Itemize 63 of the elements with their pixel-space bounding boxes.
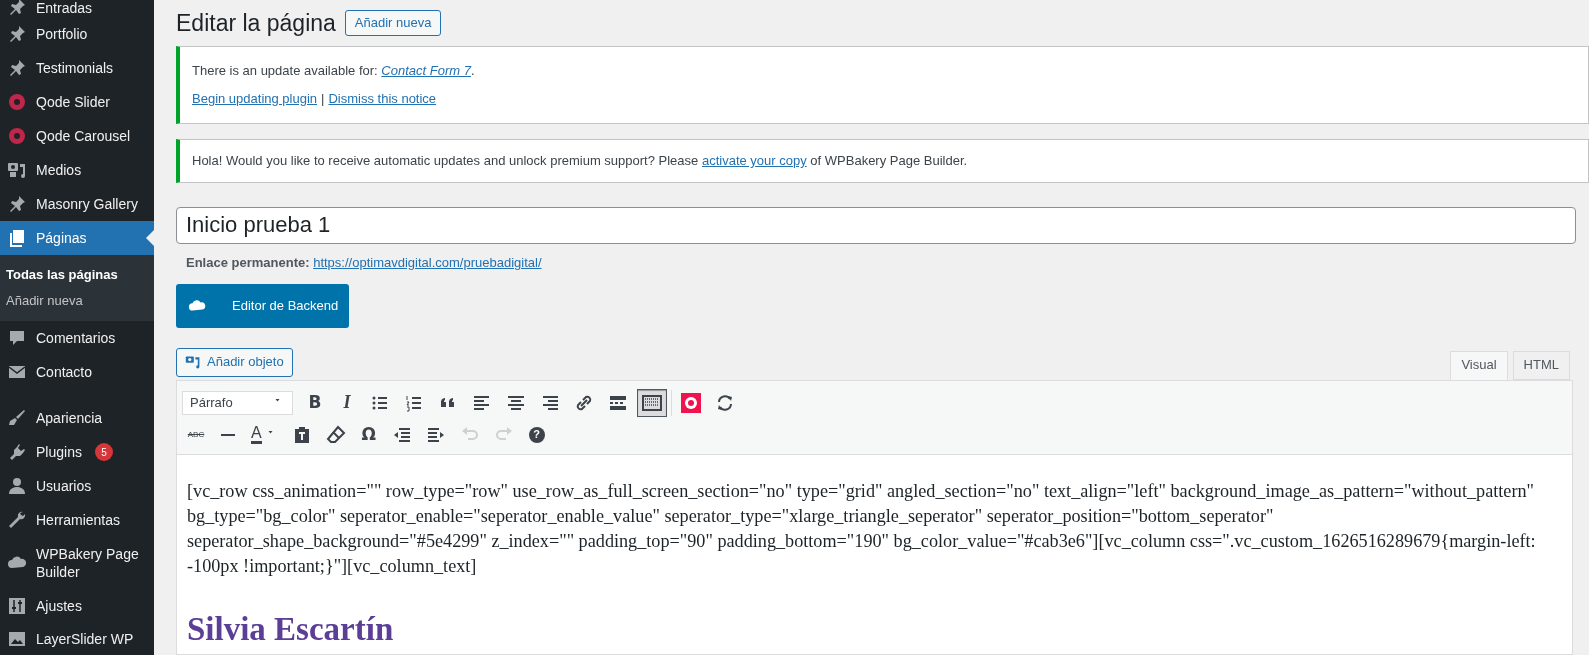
editor-tab[interactable]: Visual (1450, 350, 1508, 380)
wrench-icon (7, 510, 27, 530)
sidebar-item[interactable]: Medios (0, 153, 154, 187)
image-icon (7, 629, 27, 649)
sidebar-item[interactable]: Páginas (0, 221, 154, 255)
text-color-button[interactable]: A (246, 420, 283, 449)
notice-link[interactable]: activate your copy (701, 153, 807, 168)
sidebar-item[interactable]: Testimonials (0, 51, 154, 85)
notice-text: Hola! Would you like to receive automatic updates and unlock premium support? Please activate your copy of WPBakery Page Builder. (192, 152, 969, 170)
sidebar-item[interactable]: WPBakery Page Builder (0, 537, 154, 589)
add-new-button[interactable]: Añadir nueva (344, 10, 442, 36)
sidebar-item[interactable]: Apariencia (0, 389, 154, 435)
add-media-button[interactable]: Añadir objeto (176, 347, 293, 377)
ring-icon (681, 392, 701, 413)
ring-icon (7, 126, 27, 146)
italic-button[interactable]: I (333, 388, 361, 417)
keyboard-icon (642, 392, 662, 413)
sidebar-item[interactable]: Qode Slider (0, 85, 154, 119)
media-icon (7, 160, 27, 180)
bold-button[interactable]: B (301, 388, 329, 417)
shortcode-text: [vc_row css_animation="" row_type="row" use_row_as_full_screen_section="no" type="grid" angled_section="no" text_align="left" background_image_as_pattern="without_pattern" bg_type="bg_color" seperator_enable="seperator_enable_value" seperator_type="xlarge_triangle_seperator" seperator_position="bottom_seperator" seperator_shape_background="#5e4299" z_index="" padding_top="90" padding_bottom="190" bg_color_value="#cab3e6"][vc_column css=".vc_custom_1626516289679{margin-left: -100px !important;}"][vc_column_text] (187, 479, 1537, 578)
strikethrough-button[interactable]: ABC (182, 420, 210, 449)
submenu-item[interactable]: Añadir nueva (0, 288, 154, 314)
sliders-icon (7, 596, 27, 616)
sidebar-item[interactable]: Ajustes (0, 589, 154, 623)
separator-text: | (321, 90, 325, 108)
user-icon (7, 476, 27, 496)
eraser-icon (325, 424, 346, 445)
current-page-pointer (146, 230, 154, 246)
sidebar-item[interactable]: Qode Carousel (0, 119, 154, 153)
sidebar-item[interactable]: Contacto (0, 355, 154, 389)
refresh-icon (715, 392, 735, 413)
pages-icon (7, 228, 27, 248)
editor-tab[interactable]: HTML (1512, 350, 1570, 380)
horizontal-line-icon (221, 433, 235, 436)
notice-link[interactable]: Contact Form 7 (381, 63, 471, 78)
sidebar-item[interactable]: Herramientas (0, 503, 154, 537)
special-character-button[interactable]: Ω (354, 420, 383, 449)
permalink-label: Enlace permanente: (186, 253, 311, 272)
content-heading: Silvia Escartín (187, 609, 395, 649)
notification-badge: 5 (94, 443, 113, 461)
page-title: Editar la página (176, 8, 336, 38)
sidebar-item[interactable]: Entradas (0, 0, 154, 17)
backend-editor-button[interactable]: Editor de Backend (176, 284, 349, 328)
brush-icon (7, 408, 27, 428)
speech-bubble-icon (7, 328, 27, 348)
ring-icon (7, 92, 27, 112)
notice-link[interactable]: Begin updating plugin (192, 89, 318, 109)
keyboard-button[interactable] (637, 388, 667, 417)
media-icon (185, 354, 201, 370)
sidebar-item[interactable]: Portfolio (0, 17, 154, 51)
sidebar-item[interactable]: LayerSlider WP (0, 623, 154, 655)
permalink-link[interactable]: https://optimavdigital.com/pruebadigital/ (313, 252, 542, 273)
sidebar-item[interactable]: Usuarios (0, 469, 154, 503)
sidebar-item[interactable]: Comentarios (0, 321, 154, 355)
sidebar-item[interactable]: Plugins 5 (0, 435, 154, 469)
notice-text: There is an update available for: Contact Form 7. (192, 62, 476, 80)
sidebar-item[interactable]: Masonry Gallery (0, 187, 154, 221)
notice-link[interactable]: Dismiss this notice (328, 89, 437, 109)
title-field[interactable]: Inicio prueba 1 (176, 207, 1576, 244)
help-button[interactable]: ? (522, 420, 551, 449)
format-dropdown[interactable]: Párrafo (182, 390, 293, 415)
submenu-item[interactable]: Todas las páginas (0, 262, 154, 288)
